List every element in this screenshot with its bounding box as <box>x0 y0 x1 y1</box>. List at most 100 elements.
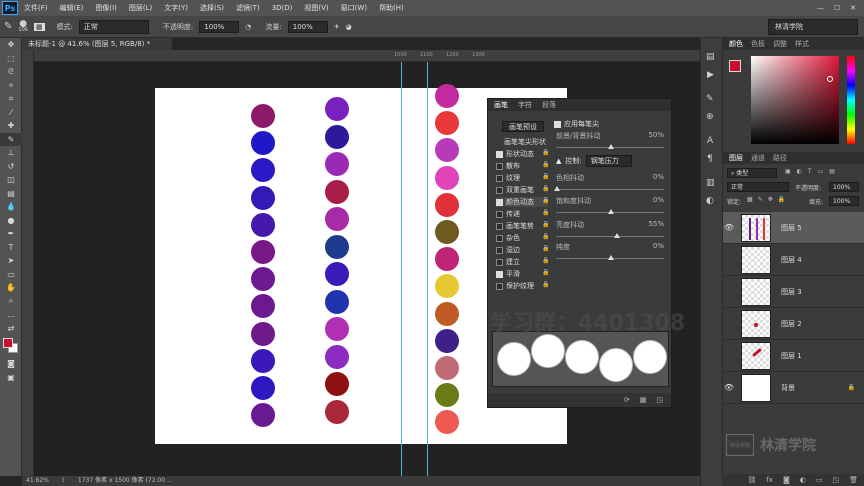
opacity-input[interactable]: 100% <box>199 20 240 33</box>
visibility-eye-icon[interactable]: 👁 <box>723 223 735 232</box>
document-tab[interactable]: 未标题-1 @ 41.6% (图层 5, RGB/8) * <box>22 38 172 50</box>
layer-row[interactable]: 👁 图层 5 <box>723 212 864 244</box>
lock-icon[interactable]: 🔒 <box>542 281 549 288</box>
quick-select-tool-icon[interactable]: ✧ <box>0 79 22 93</box>
lock-icon[interactable]: 🔒 <box>542 161 549 168</box>
brush-setting-checkbox[interactable] <box>496 258 503 266</box>
marquee-tool-icon[interactable]: ⬚ <box>0 52 22 66</box>
tab-styles[interactable]: 样式 <box>795 38 809 50</box>
lock-pixels-icon[interactable]: ✎ <box>758 196 763 203</box>
brush-setting-item[interactable]: 保护纹理 <box>496 281 534 291</box>
brush-setting-checkbox[interactable] <box>496 210 503 218</box>
slider-thumb[interactable] <box>608 144 614 149</box>
stamp-tool-icon[interactable]: ⊥ <box>0 146 22 160</box>
brush-setting-checkbox[interactable] <box>496 270 503 278</box>
pixel-filter-icon[interactable]: ▣ <box>785 168 791 175</box>
layer-row[interactable]: 图层 1 <box>723 340 864 372</box>
brush-setting-item[interactable]: 平滑 <box>496 269 520 279</box>
history-brush-icon[interactable]: ↺ <box>0 160 22 174</box>
brush-setting-checkbox[interactable] <box>496 150 503 158</box>
fg-bg-jitter-slider[interactable]: 前景/背景抖动 50% <box>556 131 664 149</box>
type-filter-icon[interactable]: T <box>808 168 812 175</box>
layer-row[interactable]: 图层 4 <box>723 244 864 276</box>
add-mask-icon[interactable]: ◙ <box>783 476 790 484</box>
pen-tool-icon[interactable]: ✒ <box>0 227 22 241</box>
menu-type[interactable]: 文字(Y) <box>158 3 194 13</box>
menu-help[interactable]: 帮助(H) <box>373 3 410 13</box>
menu-view[interactable]: 视图(V) <box>298 3 334 13</box>
paragraph-icon[interactable]: ¶ <box>707 154 713 164</box>
new-preset-icon[interactable]: ◳ <box>656 396 663 404</box>
menu-window[interactable]: 窗口(W) <box>335 3 373 13</box>
pressure-opacity-icon[interactable]: ◔ <box>245 23 251 31</box>
crop-tool-icon[interactable]: ⌗ <box>0 92 22 106</box>
blend-mode-select[interactable]: 正常 <box>727 182 789 192</box>
workspace-select[interactable]: 林清学院 <box>768 18 858 35</box>
dodge-tool-icon[interactable]: ● <box>0 214 22 228</box>
brush-panel-toggle-icon[interactable]: ▦ <box>33 22 45 31</box>
slider-thumb[interactable] <box>608 255 614 260</box>
hue-jitter-slider[interactable]: 色相抖动 0% <box>554 173 664 191</box>
tab-adjustments[interactable]: 调整 <box>773 38 787 50</box>
layer-row[interactable]: 图层 2 <box>723 308 864 340</box>
brush-setting-item[interactable]: 画笔笔势 <box>496 221 534 231</box>
brush-tip-shape-item[interactable]: 画笔笔尖形状 <box>504 137 546 147</box>
guide-line[interactable] <box>401 62 402 476</box>
toggle-live-tip-icon[interactable]: ⟳ <box>624 396 630 404</box>
lasso-tool-icon[interactable]: ᘓ <box>0 65 22 79</box>
minimize-icon[interactable]: — <box>817 4 824 12</box>
brush-setting-item[interactable]: 传递 <box>496 209 520 219</box>
lock-transparent-icon[interactable]: ▦ <box>747 196 753 203</box>
lock-position-icon[interactable]: ✥ <box>768 196 773 203</box>
layer-style-icon[interactable]: fx <box>766 476 773 484</box>
zoom-tool-icon[interactable]: ⌕ <box>0 295 22 309</box>
brush-setting-item[interactable]: 杂色 <box>496 233 520 243</box>
lock-all-icon[interactable]: 🔒 <box>778 196 785 203</box>
share-icon[interactable]: ⇪ <box>61 476 66 486</box>
properties-icon[interactable]: ▥ <box>706 178 715 188</box>
tab-paths[interactable]: 路径 <box>773 152 787 164</box>
character-icon[interactable]: A <box>707 136 713 146</box>
maximize-icon[interactable]: ☐ <box>834 4 840 12</box>
brush-setting-item[interactable]: 散布 <box>496 161 520 171</box>
eraser-tool-icon[interactable]: ◫ <box>0 173 22 187</box>
lock-icon[interactable]: 🔒 <box>542 173 549 180</box>
adjustments-icon[interactable]: ◐ <box>706 196 714 206</box>
color-picker-field[interactable] <box>751 56 839 144</box>
shape-filter-icon[interactable]: ▭ <box>818 168 824 175</box>
lock-icon[interactable]: 🔒 <box>542 185 549 192</box>
apply-per-tip-checkbox[interactable] <box>554 120 561 128</box>
close-icon[interactable]: ✕ <box>850 4 856 12</box>
fill-input[interactable]: 100% <box>829 196 859 206</box>
foreground-color-swatch[interactable] <box>0 335 22 357</box>
brush-presets-button[interactable]: 画笔预设 <box>502 121 544 132</box>
menu-image[interactable]: 图像(I) <box>89 3 123 13</box>
history-icon[interactable]: ▤ <box>706 52 715 62</box>
brush-setting-checkbox[interactable] <box>496 282 503 290</box>
menu-filter[interactable]: 滤镜(T) <box>230 3 266 13</box>
brush-preset-picker[interactable]: ● 106 <box>18 19 28 33</box>
apply-per-tip-option[interactable]: 应用每笔尖 <box>554 119 599 129</box>
lock-icon[interactable]: 🔒 <box>542 149 549 156</box>
gradient-tool-icon[interactable]: ▤ <box>0 187 22 201</box>
shape-tool-icon[interactable]: ▭ <box>0 268 22 282</box>
tab-brush[interactable]: 画笔 <box>494 99 508 111</box>
airbrush-icon[interactable]: ✈ <box>334 23 340 31</box>
brush-setting-checkbox[interactable] <box>496 186 503 194</box>
swap-colors-icon[interactable]: ⇄ <box>0 322 22 336</box>
saturation-jitter-slider[interactable]: 饱和度抖动 0% <box>556 196 664 214</box>
tab-paragraph[interactable]: 段落 <box>542 99 556 111</box>
healing-tool-icon[interactable]: ✚ <box>0 119 22 133</box>
tab-swatches[interactable]: 色板 <box>751 38 765 50</box>
new-layer-icon[interactable]: ◳ <box>832 476 839 484</box>
visibility-eye-icon[interactable]: 👁 <box>723 383 735 392</box>
hand-tool-icon[interactable]: ✋ <box>0 281 22 295</box>
lock-icon[interactable]: 🔒 <box>542 197 549 204</box>
brush-setting-checkbox[interactable] <box>496 174 503 182</box>
control-select[interactable]: 钢笔压力 <box>585 155 632 167</box>
actions-icon[interactable]: ▶ <box>707 70 714 80</box>
brush-setting-checkbox[interactable] <box>496 222 503 230</box>
brush-setting-checkbox[interactable] <box>496 234 503 242</box>
grid-view-icon[interactable]: ▦ <box>640 396 647 404</box>
slider-thumb[interactable] <box>608 209 614 214</box>
